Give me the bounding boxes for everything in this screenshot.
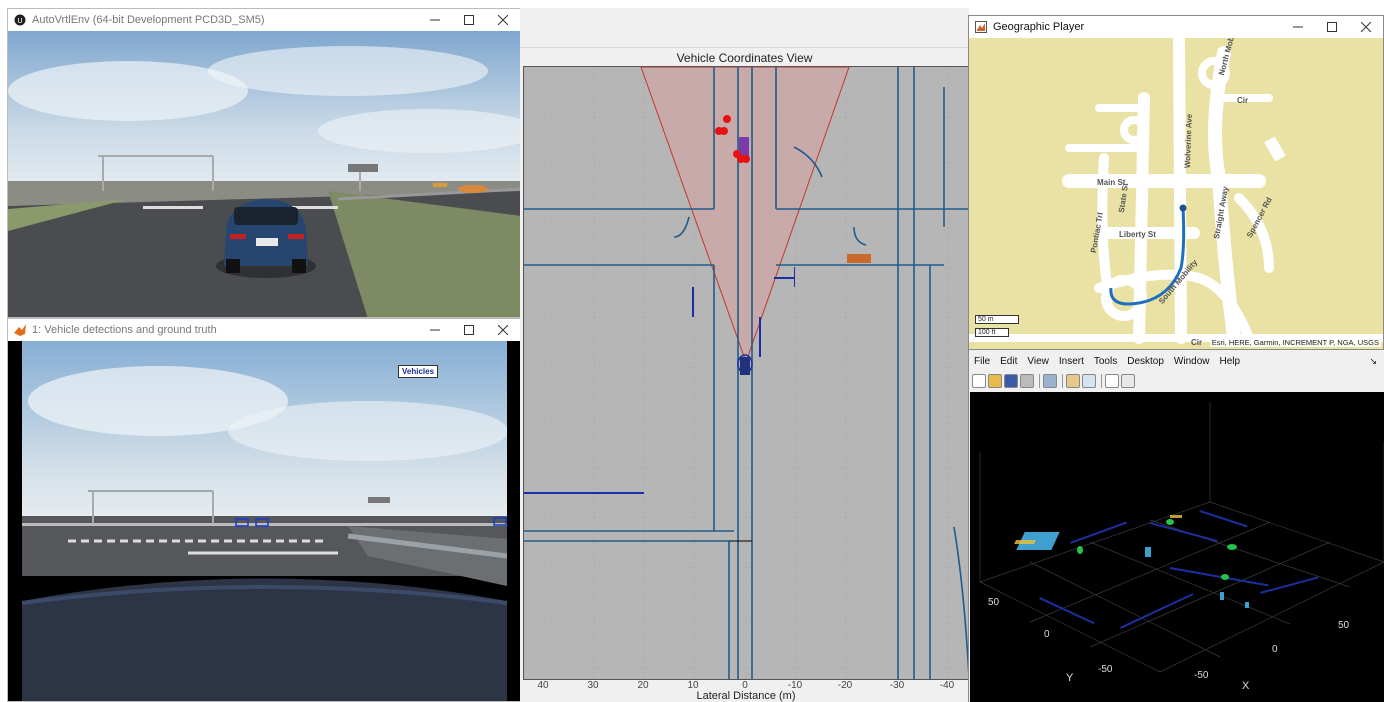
maximize-button[interactable] — [452, 319, 486, 341]
x-axis-label: Lateral Distance (m) — [696, 690, 796, 702]
geo-titlebar[interactable]: Geographic Player — [969, 16, 1383, 38]
insert-colorbar-icon[interactable] — [1066, 374, 1080, 388]
geo-app-icon — [975, 21, 987, 33]
toolbar-separator — [1062, 374, 1063, 388]
save-icon[interactable] — [1004, 374, 1018, 388]
vehicle-view-x-axis: 40 30 20 10 0 -10 -20 -30 -40 Lateral Di… — [523, 680, 969, 702]
maximize-button[interactable] — [452, 9, 486, 31]
insert-legend-icon[interactable] — [1082, 374, 1096, 388]
menu-tools[interactable]: Tools — [1089, 356, 1122, 367]
toolbar-separator — [1101, 374, 1102, 388]
radar-coverage-area — [640, 67, 850, 364]
vehicle-coordinates-view: Vehicle Coordinates View 40 30 20 10 0 -… — [520, 8, 969, 702]
x-axis-label: X — [1242, 680, 1250, 692]
figure-menubar: File Edit View Insert Tools Desktop Wind… — [969, 352, 1383, 370]
vehicle-view-title: Vehicle Coordinates View — [676, 51, 813, 65]
ego-position-marker — [1179, 204, 1187, 212]
sim-window-title: AutoVrtlEnv (64-bit Development PCD3D_SM… — [32, 14, 265, 26]
geographic-player-window: Geographic Player Main St Liberty St Sta… — [968, 15, 1384, 350]
print-icon[interactable] — [1020, 374, 1034, 388]
matlab-logo-icon — [14, 324, 26, 336]
street-label: Wolverine Ave — [1183, 113, 1194, 169]
street-label: Cir — [1191, 338, 1203, 347]
geo-window-title: Geographic Player — [993, 21, 1085, 33]
detections-scene-view[interactable]: Vehicles — [8, 341, 520, 701]
open-icon[interactable] — [988, 374, 1002, 388]
print-preview-icon[interactable] — [1043, 374, 1057, 388]
menu-view[interactable]: View — [1022, 356, 1054, 367]
street-label: Cir — [1237, 96, 1249, 105]
close-button[interactable] — [486, 9, 520, 31]
new-file-icon[interactable] — [972, 374, 986, 388]
maximize-button[interactable] — [1315, 16, 1349, 38]
menu-edit[interactable]: Edit — [995, 356, 1022, 367]
svg-text:U: U — [17, 17, 22, 25]
menu-insert[interactable]: Insert — [1054, 356, 1089, 367]
dock-arrow-icon[interactable]: ↘ — [1369, 356, 1383, 367]
menu-file[interactable]: File — [969, 356, 995, 367]
ego-vehicle — [737, 354, 753, 375]
vehicle-view-plot[interactable] — [523, 66, 969, 680]
menu-help[interactable]: Help — [1215, 356, 1246, 367]
unreal-logo-icon: U — [14, 14, 26, 26]
close-button[interactable] — [486, 319, 520, 341]
detections-window: 1: Vehicle detections and ground truth V… — [7, 318, 521, 702]
geo-map[interactable]: Main St Liberty St State St Pontiac Trl … — [969, 38, 1383, 349]
map-attribution: Esri, HERE, Garmin, INCREMENT P, NGA, US… — [1209, 338, 1381, 347]
pointcloud-axes[interactable]: 50 0 -50 50 0 -50 X Y — [970, 392, 1384, 702]
menu-window[interactable]: Window — [1169, 356, 1215, 367]
minimize-button[interactable] — [418, 9, 452, 31]
minimize-button[interactable] — [1281, 16, 1315, 38]
sim-window: U AutoVrtlEnv (64-bit Development PCD3D_… — [7, 8, 521, 318]
close-button[interactable] — [1349, 16, 1383, 38]
property-inspector-icon[interactable] — [1121, 374, 1135, 388]
scale-bar-metric: 50 m — [975, 315, 1019, 324]
street-label: Liberty St — [1119, 230, 1156, 239]
x-tick-label: -50 — [1194, 670, 1209, 681]
y-tick-label: 0 — [1044, 629, 1050, 640]
sim-scene-view[interactable] — [8, 31, 520, 317]
minimize-button[interactable] — [418, 319, 452, 341]
vehicles-legend: Vehicles — [398, 365, 439, 378]
detected-truck — [847, 254, 871, 263]
pointer-icon[interactable] — [1105, 374, 1119, 388]
figure-toolbar — [969, 372, 1383, 390]
y-axis-label: Y — [1066, 672, 1074, 684]
scale-bar-imperial: 100 ft — [975, 328, 1009, 337]
figure-top-area — [520, 8, 969, 48]
y-tick-label: 50 — [988, 597, 1000, 608]
detections-titlebar[interactable]: 1: Vehicle detections and ground truth — [8, 319, 520, 341]
x-tick-label: 0 — [1272, 644, 1278, 655]
toolbar-separator — [1039, 374, 1040, 388]
x-tick-label: 50 — [1338, 620, 1350, 631]
pointcloud-figure-window: File Edit View Insert Tools Desktop Wind… — [968, 350, 1384, 702]
detections-window-title: 1: Vehicle detections and ground truth — [32, 324, 217, 336]
y-tick-label: -50 — [1098, 664, 1113, 675]
menu-desktop[interactable]: Desktop — [1122, 356, 1169, 367]
sim-titlebar[interactable]: U AutoVrtlEnv (64-bit Development PCD3D_… — [8, 9, 520, 31]
